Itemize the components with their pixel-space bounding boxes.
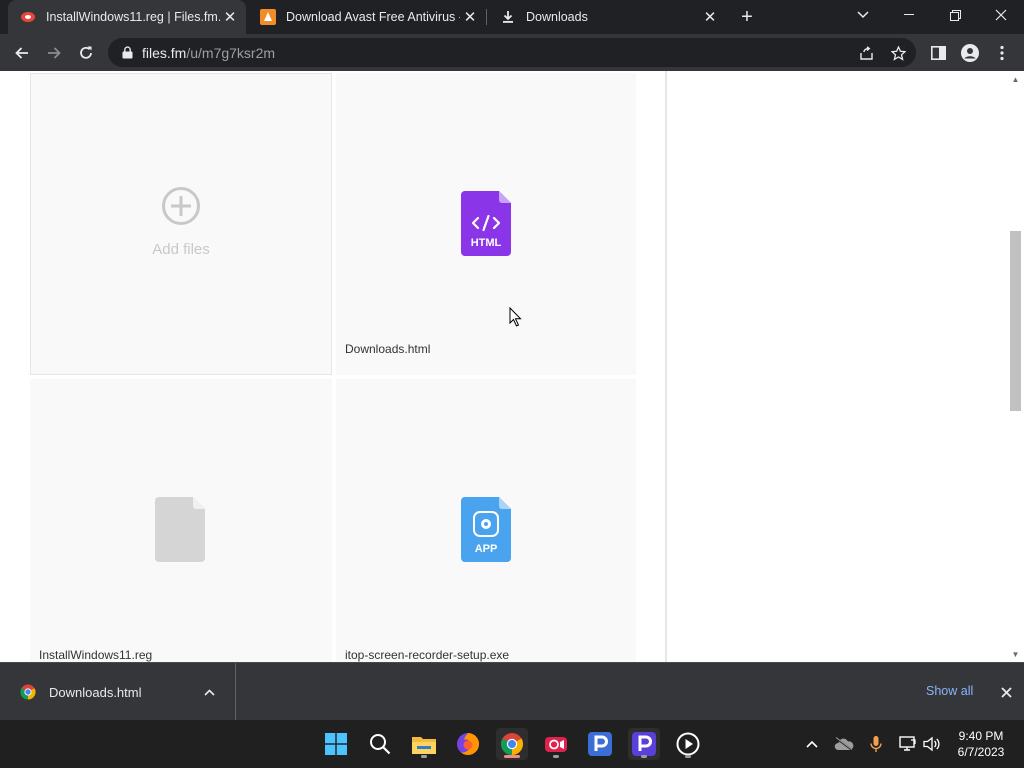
microphone-icon[interactable]: [865, 733, 887, 755]
lock-icon[interactable]: [120, 46, 134, 60]
file-explorer-icon[interactable]: [408, 728, 440, 760]
add-files-tile[interactable]: Add files: [30, 73, 332, 375]
generic-file-icon: [155, 497, 205, 562]
reload-icon[interactable]: [72, 39, 100, 67]
scroll-down-arrow-icon[interactable]: ▼: [1010, 649, 1021, 659]
file-tile[interactable]: APP itop-screen-recorder-setup.exe: [336, 379, 636, 662]
content-divider: [665, 71, 667, 662]
side-panel-icon[interactable]: [924, 39, 952, 67]
tab-title: Downloads: [526, 10, 588, 24]
active-indicator: [504, 755, 520, 758]
forward-arrow-icon[interactable]: [40, 39, 68, 67]
p-app-icon[interactable]: [584, 728, 616, 760]
windows-taskbar: 9:40 PM 6/7/2023: [0, 720, 1024, 768]
profile-avatar-icon[interactable]: [956, 39, 984, 67]
tab-title: InstallWindows11.reg | Files.fm.: [46, 10, 220, 24]
tab-downloads[interactable]: Downloads ✕: [488, 0, 726, 34]
minimize-icon[interactable]: [886, 0, 932, 30]
firefox-icon[interactable]: [452, 728, 484, 760]
media-player-icon[interactable]: [672, 728, 704, 760]
app-icon-text: APP: [475, 543, 498, 555]
running-indicator: [685, 755, 691, 758]
p-app-active-icon[interactable]: [628, 728, 660, 760]
close-tab-icon[interactable]: ✕: [700, 7, 720, 27]
file-name[interactable]: InstallWindows11.reg: [39, 648, 152, 662]
search-icon[interactable]: [364, 728, 396, 760]
html-icon-text: HTML: [471, 237, 502, 249]
tab-files-fm[interactable]: InstallWindows11.reg | Files.fm. ✕: [8, 0, 246, 34]
avast-favicon-icon: [260, 9, 276, 25]
download-file-name: Downloads.html: [49, 684, 142, 700]
download-item[interactable]: Downloads.html: [0, 663, 236, 721]
page-viewport: Add files HTML Downloads.html InstallWin…: [0, 71, 1024, 662]
volume-icon[interactable]: [921, 733, 943, 755]
close-shelf-icon[interactable]: [996, 682, 1016, 702]
browser-toolbar: files.fm/u/m7g7ksr2m: [0, 34, 1024, 71]
screen-recorder-icon[interactable]: [540, 728, 572, 760]
download-icon: [500, 9, 516, 25]
add-files-content: Add files: [31, 186, 331, 258]
windows-start-icon[interactable]: [320, 728, 352, 760]
download-shelf: Downloads.html Show all: [0, 662, 1024, 721]
close-tab-icon[interactable]: ✕: [220, 7, 240, 27]
running-indicator: [641, 755, 647, 758]
onedrive-offline-icon[interactable]: [833, 733, 855, 755]
mouse-cursor-icon: [509, 307, 522, 327]
tab-search-chevron-icon[interactable]: [840, 0, 886, 30]
url-text: files.fm/u/m7g7ksr2m: [142, 45, 275, 61]
scroll-up-arrow-icon[interactable]: ▲: [1010, 74, 1021, 84]
running-indicator: [421, 755, 427, 758]
file-name[interactable]: Downloads.html: [345, 342, 430, 356]
tab-avast[interactable]: Download Avast Free Antivirus - ( ✕: [248, 0, 486, 34]
close-tab-icon[interactable]: ✕: [460, 7, 480, 27]
file-name[interactable]: itop-screen-recorder-setup.exe: [345, 648, 509, 662]
clock-time: 9:40 PM: [958, 729, 1004, 743]
network-icon[interactable]: [897, 733, 919, 755]
html-file-icon: HTML: [461, 191, 511, 256]
share-icon[interactable]: [855, 42, 877, 64]
files-fm-favicon-icon: [20, 9, 36, 25]
close-window-icon[interactable]: [978, 0, 1024, 30]
file-tile[interactable]: HTML Downloads.html: [336, 73, 636, 375]
tab-title: Download Avast Free Antivirus - (: [286, 10, 460, 24]
chrome-taskbar-icon[interactable]: [496, 728, 528, 760]
scrollbar-thumb[interactable]: [1010, 231, 1021, 411]
tab-strip: InstallWindows11.reg | Files.fm. ✕ Downl…: [0, 0, 1024, 34]
tab-separator: [486, 9, 487, 25]
taskbar-clock[interactable]: 9:40 PM 6/7/2023: [946, 728, 1016, 760]
restore-icon[interactable]: [932, 0, 978, 30]
running-indicator: [553, 755, 559, 758]
address-bar[interactable]: files.fm/u/m7g7ksr2m: [108, 38, 916, 67]
app-file-icon: APP: [461, 497, 511, 562]
url-host: files.fm: [142, 44, 187, 61]
menu-kebab-icon[interactable]: [988, 39, 1016, 67]
url-path: /u/m7g7ksr2m: [186, 44, 276, 61]
show-all-link[interactable]: Show all: [926, 684, 973, 698]
chevron-up-icon[interactable]: [199, 682, 219, 702]
add-circle-icon: [161, 186, 201, 231]
bookmark-star-icon[interactable]: [887, 42, 909, 64]
back-arrow-icon[interactable]: [8, 39, 36, 67]
add-files-label: Add files: [152, 241, 210, 258]
tray-chevron-up-icon[interactable]: [801, 733, 823, 755]
new-tab-button[interactable]: +: [736, 6, 758, 28]
file-tile[interactable]: InstallWindows11.reg: [30, 379, 332, 662]
chrome-file-icon: [20, 684, 36, 700]
clock-date: 6/7/2023: [957, 745, 1005, 759]
